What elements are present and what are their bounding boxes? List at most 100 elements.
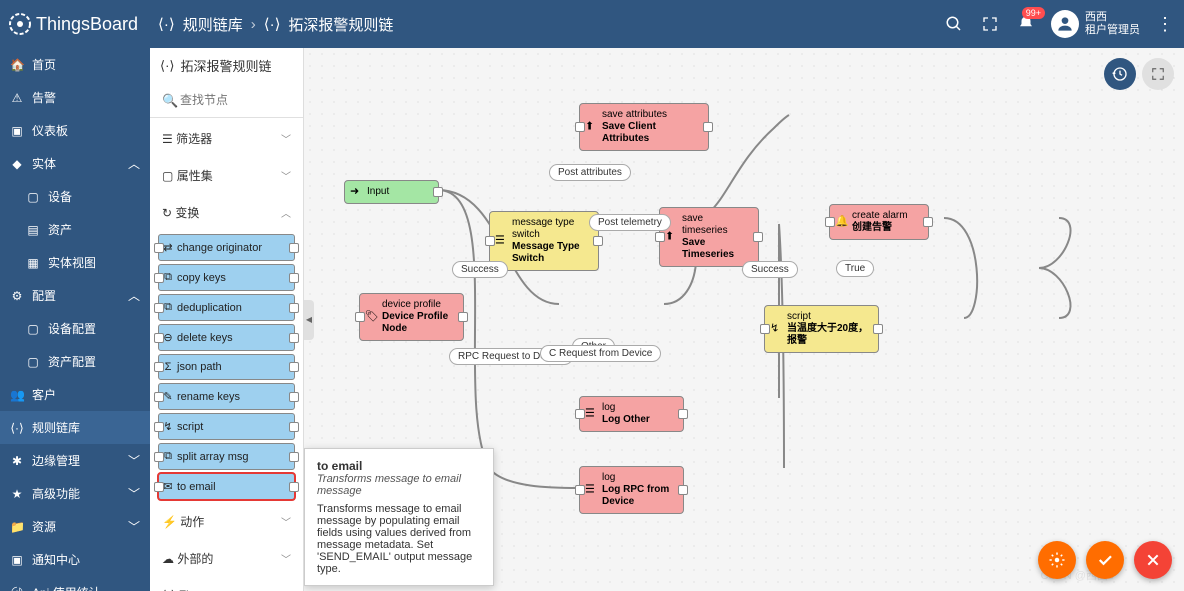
tooltip: to email Transforms message to email mes…	[304, 448, 494, 586]
group-action[interactable]: ⚡ 动作﹀	[154, 503, 299, 540]
nav-config[interactable]: ⚙配置︿	[0, 279, 150, 312]
nav-alarm[interactable]: ⚠告警	[0, 81, 150, 114]
people-icon: 👥	[10, 388, 24, 402]
rename-icon: ✎	[159, 384, 177, 409]
arrow-right-icon: ➜	[350, 185, 359, 198]
panel-toggle[interactable]: ◀	[304, 300, 314, 340]
history-button[interactable]	[1104, 58, 1136, 90]
nav-edge[interactable]: ✱边缘管理﹀	[0, 444, 150, 477]
sidebar-nav: 🏠首页 ⚠告警 ▣仪表板 ◆实体︿ ▢设备 ▤资产 ▦实体视图 ⚙配置︿ ▢设备…	[0, 48, 150, 591]
api-icon: 〄	[10, 584, 24, 591]
chevron-down-icon: ﹀	[128, 485, 140, 502]
logo-icon	[8, 12, 32, 36]
node-device-profile[interactable]: 🏷device profileDevice Profile Node	[359, 293, 464, 341]
logo[interactable]: ThingsBoard	[8, 12, 148, 36]
chevron-up-icon: ︿	[281, 587, 291, 591]
cancel-button[interactable]	[1134, 541, 1172, 579]
group-flow[interactable]: ⟨·⟩ Flow︿	[154, 577, 299, 591]
entity-icon: ◆	[10, 157, 24, 171]
breadcrumb-root[interactable]: 规则链库	[183, 14, 243, 35]
app-header: ThingsBoard ⟨·⟩ 规则链库 › ⟨·⟩ 拓深报警规则链 99+ 西…	[0, 0, 1184, 48]
script-icon: ↯	[770, 322, 779, 335]
breadcrumb: ⟨·⟩ 规则链库 › ⟨·⟩ 拓深报警规则链	[158, 14, 393, 35]
group-transform[interactable]: ↻ 变换︿	[154, 194, 299, 231]
tag-icon: 🏷	[365, 310, 379, 323]
nav-asset-config[interactable]: ▢资产配置	[0, 345, 150, 378]
nav-entity-view[interactable]: ▦实体视图	[0, 246, 150, 279]
folder-icon: 📁	[10, 520, 24, 534]
node-create-alarm[interactable]: 🔔create alarm创建告警	[829, 204, 929, 240]
header-actions: 99+ 西西 租户管理员 ⋮	[943, 10, 1176, 38]
swap-icon: ⇄	[159, 235, 177, 260]
asset-icon: ▤	[26, 223, 40, 237]
node-log-other[interactable]: ☰logLog Other	[579, 396, 684, 432]
nav-device[interactable]: ▢设备	[0, 180, 150, 213]
flow-icon: ⟨·⟩	[162, 588, 175, 591]
script-icon: ↯	[159, 414, 177, 439]
dedup-icon: ⧉	[159, 295, 177, 320]
nav-advanced[interactable]: ★高级功能﹀	[0, 477, 150, 510]
node-delete-keys[interactable]: ⊖delete keys	[158, 324, 295, 351]
sum-icon: Σ	[159, 355, 177, 379]
node-save-timeseries[interactable]: ⬆save timeseriesSave Timeseries	[659, 207, 759, 267]
canvas-controls	[1104, 58, 1174, 90]
node-copy-keys[interactable]: ⧉copy keys	[158, 264, 295, 291]
group-attributes[interactable]: ▢ 属性集﹀	[154, 157, 299, 194]
nav-asset[interactable]: ▤资产	[0, 213, 150, 246]
more-icon[interactable]: ⋮	[1154, 13, 1176, 35]
filter-icon: ☰	[162, 132, 173, 146]
group-filter[interactable]: ☰ 筛选器﹀	[154, 120, 299, 157]
chevron-down-icon: ﹀	[128, 452, 140, 469]
nav-resource[interactable]: 📁资源﹀	[0, 510, 150, 543]
group-external[interactable]: ☁ 外部的﹀	[154, 540, 299, 577]
nav-entity[interactable]: ◆实体︿	[0, 147, 150, 180]
label-true: True	[836, 260, 874, 277]
canvas[interactable]: ◀ ➜Input ⬆save attributesSave Client Att…	[304, 48, 1184, 591]
node-message-type-switch[interactable]: ☰message type switchMessage Type Switch	[489, 211, 599, 271]
chevron-down-icon: ﹀	[281, 551, 291, 566]
nav-rule-chains[interactable]: ⟨·⟩规则链库	[0, 411, 150, 444]
node-deduplication[interactable]: ⧉deduplication	[158, 294, 295, 321]
node-palette: ⟨·⟩拓深报警规则链 🔍 ☰ 筛选器﹀ ▢ 属性集﹀ ↻ 变换︿ ⇄change…	[150, 48, 304, 591]
fullscreen-icon[interactable]	[979, 13, 1001, 35]
search-icon: 🔍	[162, 93, 178, 109]
search-icon[interactable]	[943, 13, 965, 35]
app-name: ThingsBoard	[36, 14, 138, 35]
node-script[interactable]: ↯script	[158, 413, 295, 440]
node-to-email[interactable]: ✉to email	[158, 473, 295, 500]
user-menu[interactable]: 西西 租户管理员	[1051, 10, 1140, 38]
panel-title: ⟨·⟩拓深报警规则链	[150, 48, 303, 83]
node-change-originator[interactable]: ⇄change originator	[158, 234, 295, 261]
nav-device-config[interactable]: ▢设备配置	[0, 312, 150, 345]
node-input[interactable]: ➜Input	[344, 180, 439, 204]
node-rename-keys[interactable]: ✎rename keys	[158, 383, 295, 410]
list-icon: ☰	[585, 483, 595, 496]
transform-icon: ↻	[162, 206, 172, 220]
node-split-array[interactable]: ⧉split array msg	[158, 443, 295, 470]
nav-dashboard[interactable]: ▣仪表板	[0, 114, 150, 147]
label-success: Success	[452, 261, 508, 278]
tooltip-title: to email	[317, 459, 481, 473]
chevron-down-icon: ﹀	[281, 131, 291, 146]
code-icon: ⟨·⟩	[264, 15, 281, 33]
apply-button[interactable]	[1086, 541, 1124, 579]
nav-customer[interactable]: 👥客户	[0, 378, 150, 411]
bell-icon[interactable]: 99+	[1015, 13, 1037, 35]
node-json-path[interactable]: Σjson path	[158, 354, 295, 380]
split-icon: ⧉	[159, 444, 177, 469]
nav-notification[interactable]: ▣通知中心	[0, 543, 150, 576]
chevron-right-icon: ›	[251, 16, 256, 33]
fullscreen-button[interactable]	[1142, 58, 1174, 90]
chevron-down-icon: ﹀	[281, 514, 291, 529]
node-save-attributes[interactable]: ⬆save attributesSave Client Attributes	[579, 103, 709, 151]
device-icon: ▢	[26, 190, 40, 204]
node-log-rpc[interactable]: ☰logLog RPC from Device	[579, 466, 684, 514]
nav-api[interactable]: 〄Api 使用统计	[0, 576, 150, 591]
upload-icon: ⬆	[665, 230, 674, 243]
node-script[interactable]: ↯script当温度大于20度，报警	[764, 305, 879, 353]
chevron-up-icon: ︿	[281, 205, 291, 220]
nav-home[interactable]: 🏠首页	[0, 48, 150, 81]
chevron-down-icon: ﹀	[128, 518, 140, 535]
chevron-down-icon: ﹀	[281, 168, 291, 183]
debug-button[interactable]	[1038, 541, 1076, 579]
